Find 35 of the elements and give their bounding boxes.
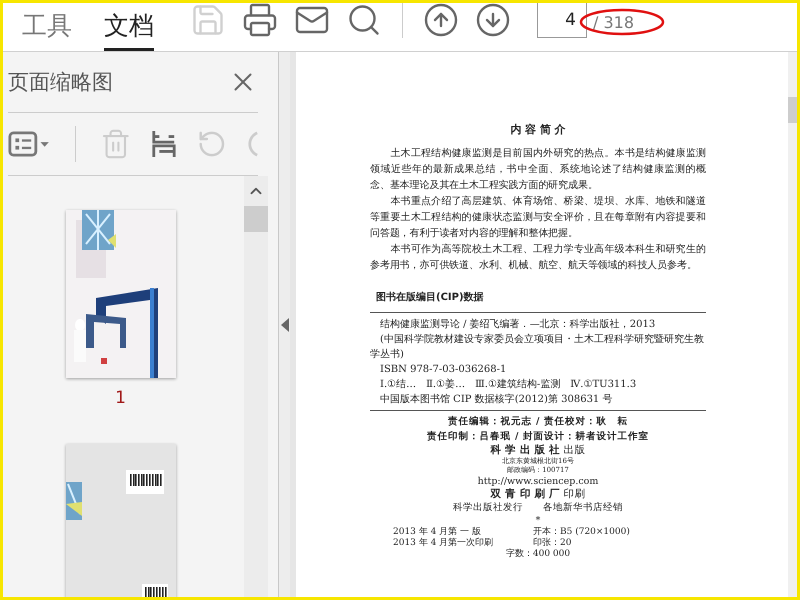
word-count: 字数：400 000 — [506, 549, 570, 560]
panel-title: 页面缩略图 — [8, 69, 113, 96]
format-info: 开本：B5 (720×1000) — [533, 527, 631, 538]
imprint-line: 科 学 出 版 社 出版 — [490, 444, 586, 457]
edition-info: 2013 年 4 月第一次印刷 — [393, 538, 494, 549]
format-info: 印张：20 — [533, 538, 572, 549]
page-number-field[interactable]: 4 — [537, 3, 587, 38]
imprint-line: * — [536, 514, 540, 527]
imprint-line: 责任编辑：祝元志 / 责任校对：耿 耘 — [448, 414, 628, 429]
page-count: / 318 — [593, 12, 634, 32]
cip-entry: (中国科学院教材建设专家委员会立项项目・土木工程科学研究暨研究生教学丛书) — [370, 332, 705, 362]
imprint-line: 科学出版社发行 各地新华书店经销 — [453, 501, 623, 514]
list-options-icon[interactable] — [8, 130, 51, 158]
cip-entry: 结构健康监测导论 / 姜绍飞编著．—北京：科学出版社，2013 — [379, 318, 656, 332]
cip-entry: 中国版本图书馆 CIP 数据核字(2012)第 308631 号 — [379, 392, 614, 407]
paragraph: 本书可作为高等院校土木工程、工程力学专业高年级本科生和研究生的参考用书，亦可供铁道、水利、机械、航空、航天等领域的科技人员参考。 — [370, 242, 706, 273]
page-heading: 内 容 简 介 — [509, 122, 567, 137]
page-extract-icon[interactable] — [151, 128, 178, 160]
page-label: 1 — [115, 388, 126, 408]
tab[interactable]: 工具 — [22, 3, 72, 51]
scrollbar-thumb[interactable] — [788, 97, 797, 123]
imprint-line: 双 青 印 刷 厂 印刷 — [490, 488, 586, 501]
arrow-up-circle-icon[interactable] — [423, 3, 459, 38]
scrollbar-thumb[interactable] — [244, 206, 268, 232]
paragraph: 土木工程结构健康监测是目前国内外研究的热点。本书是结构健康监测领域近些年的最新成果总结，书中全面、系统地论述了结构健康监测的概念、基本理论及其在土木工程实践方面的研究成果。 — [370, 146, 706, 193]
paragraph: 本书重点介绍了高层建筑、体育场馆、桥梁、堤坝、水库、地铁和隧道等重要土木工程结构的健康状态监测与安全评价，且在每章附有内容提要和问答题，有利于读者对内容的理解和整体把握。 — [370, 194, 706, 241]
cip-entry: Ⅰ.①结… Ⅱ.①姜… Ⅲ.①建筑结构-监测 Ⅳ.①TU311.3 — [379, 378, 638, 392]
edition-info: 2013 年 4 月第 一 版 — [393, 527, 482, 538]
imprint-line: http://www.sciencep.com — [478, 475, 598, 488]
arrow-down-circle-icon[interactable] — [475, 3, 511, 38]
cip-entry: ISBN 978-7-03-036268-1 — [379, 363, 508, 377]
imprint-line: 责任印制：吕春珉 / 封面设计：耕者设计工作室 — [427, 430, 649, 444]
collapse-arrow-icon[interactable] — [280, 318, 288, 332]
print-icon[interactable] — [242, 3, 278, 38]
cip-heading: 图书在版编目(CIP)数据 — [370, 290, 706, 313]
